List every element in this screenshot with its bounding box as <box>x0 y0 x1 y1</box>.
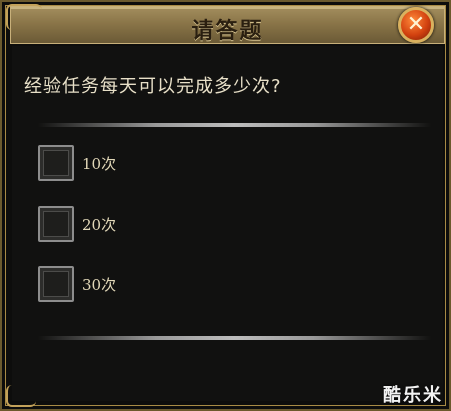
answer-label: 30次 <box>82 275 117 294</box>
answer-option[interactable]: 30次 <box>38 266 116 302</box>
answer-checkbox[interactable] <box>38 206 74 242</box>
corner-ornament-icon <box>6 4 42 30</box>
answer-checkbox[interactable] <box>38 145 74 181</box>
close-icon: ✕ <box>406 12 426 37</box>
dialog-frame: 请答题 ✕ 经验任务每天可以完成多少次? 10次 20次 30次 酷乐米 <box>0 0 451 411</box>
dialog-content: 经验任务每天可以完成多少次? 10次 20次 30次 <box>12 46 443 401</box>
answer-option[interactable]: 20次 <box>38 206 116 242</box>
close-button[interactable]: ✕ <box>398 7 434 43</box>
title-bar: 请答题 <box>10 6 445 44</box>
answer-checkbox[interactable] <box>38 266 74 302</box>
answer-label: 20次 <box>82 215 117 234</box>
answer-option[interactable]: 10次 <box>38 145 116 181</box>
divider <box>38 123 431 127</box>
answer-label: 10次 <box>82 154 117 173</box>
watermark-text: 酷乐米 <box>383 385 443 406</box>
divider <box>38 336 431 340</box>
dialog-title: 请答题 <box>191 18 264 44</box>
question-text: 经验任务每天可以完成多少次? <box>24 76 282 97</box>
